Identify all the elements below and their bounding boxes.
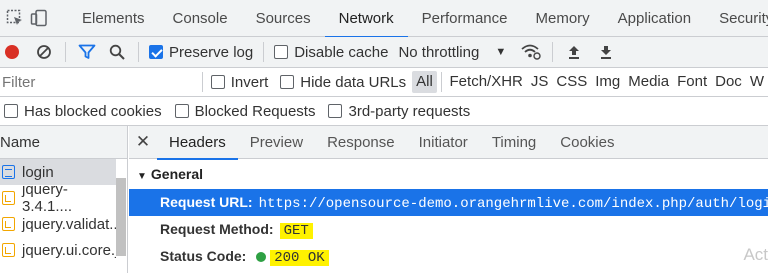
disable-cache-checkbox[interactable]: Disable cache [274,44,388,61]
tab-timing[interactable]: Timing [480,126,548,159]
divider [138,42,139,62]
checkbox-unchecked[interactable] [274,45,289,59]
hide-data-urls-label: Hide data URLs [300,73,407,91]
watermark-text: Act [743,245,768,264]
has-blocked-cookies-label: Has blocked cookies [24,102,162,120]
dropdown-arrow-icon: ▼ [495,46,507,58]
checkbox-unchecked[interactable] [4,104,18,118]
checkbox-checked[interactable] [149,45,163,59]
upload-icon[interactable] [563,41,585,63]
list-item[interactable]: jquery-3.4.1.... [0,185,116,211]
network-conditions-icon[interactable] [520,41,542,63]
filter-type-doc[interactable]: Doc [711,71,746,93]
divider [202,72,203,92]
search-icon[interactable] [106,41,128,63]
divider [263,42,265,62]
filter-type-img[interactable]: Img [591,71,624,93]
request-name: login [22,163,54,181]
third-party-requests-label: 3rd-party requests [348,102,471,120]
tab-security[interactable]: Security [705,0,768,37]
device-toolbar-icon[interactable] [30,7,48,29]
tab-elements[interactable]: Elements [68,0,159,37]
checkbox-unchecked[interactable] [328,104,343,118]
filter-type-css[interactable]: CSS [552,71,591,93]
tab-application[interactable]: Application [604,0,705,37]
detail-tab-bar: ✕ Headers Preview Response Initiator Tim… [129,126,768,160]
tab-preview[interactable]: Preview [238,126,315,159]
throttling-value: No throttling [398,43,480,61]
preserve-log-label: Preserve log [169,43,254,61]
blocked-requests-label: Blocked Requests [194,102,316,120]
network-toolbar: Preserve log Disable cache No throttling… [0,37,768,68]
header-key: Request URL: [160,194,253,210]
request-list: Name login jquery-3.4.1.... jquery.valid… [0,126,128,273]
preserve-log-checkbox[interactable]: Preserve log [149,44,253,61]
inspect-element-icon[interactable] [6,7,24,29]
request-url-row: Request URL: https://opensource-demo.oran… [129,189,768,216]
filter-type-ws[interactable]: W [746,71,768,93]
tab-cookies[interactable]: Cookies [548,126,626,159]
close-icon[interactable]: ✕ [129,132,157,152]
filter-type-font[interactable]: Font [673,71,711,93]
tab-memory[interactable]: Memory [522,0,604,37]
hide-data-urls-checkbox[interactable]: Hide data URLs [280,74,406,91]
header-key: Status Code: [160,248,247,264]
general-section-title: General [150,166,204,182]
status-code-row: Status Code: 200 OK [129,243,768,270]
checkbox-unchecked[interactable] [174,104,189,118]
divider [552,42,554,62]
tab-sources[interactable]: Sources [242,0,325,37]
general-section-header[interactable]: ▼ General [129,159,768,189]
blocked-requests-checkbox[interactable]: Blocked Requests [174,102,316,120]
script-icon [2,217,15,231]
script-icon [2,243,15,257]
tab-initiator[interactable]: Initiator [407,126,480,159]
divider [65,42,66,62]
request-detail-pane: ✕ Headers Preview Response Initiator Tim… [129,126,768,273]
filter-input[interactable] [2,70,198,94]
request-name: jquery.ui.core.j [22,241,116,259]
record-icon[interactable] [5,45,19,59]
throttling-select[interactable]: No throttling ▼ [398,44,506,61]
script-icon [2,191,15,205]
has-blocked-cookies-checkbox[interactable]: Has blocked cookies [4,103,162,120]
download-icon[interactable] [595,41,617,63]
name-column-header[interactable]: Name [0,126,127,159]
third-party-requests-checkbox[interactable]: 3rd-party requests [328,103,470,120]
request-name: jquery-3.4.1.... [22,185,73,211]
filter-type-media[interactable]: Media [624,71,673,93]
tab-headers[interactable]: Headers [157,126,238,160]
disable-cache-label: Disable cache [294,43,389,61]
list-item[interactable]: jquery.ui.core.j [0,237,116,263]
request-name: jquery.validat... [22,215,116,233]
tab-response[interactable]: Response [315,126,407,159]
list-item[interactable]: jquery.validat... [0,211,116,237]
document-icon [2,165,15,179]
checkbox-unchecked[interactable] [210,75,225,89]
filter-type-js[interactable]: JS [527,71,553,93]
filter-icon[interactable] [76,41,98,63]
blocked-filter-bar: Has blocked cookies Blocked Requests 3rd… [0,97,768,126]
header-value: GET [279,223,313,239]
status-dot-icon [256,252,267,262]
tab-performance[interactable]: Performance [408,0,522,37]
checkbox-unchecked[interactable] [280,75,295,89]
tab-console[interactable]: Console [159,0,242,37]
divider [440,72,442,92]
invert-label: Invert [230,73,269,91]
invert-checkbox[interactable]: Invert [210,73,269,91]
request-list-scrollbar[interactable] [116,178,126,256]
expand-triangle-icon: ▼ [137,171,147,182]
filter-bar: Invert Hide data URLs All Fetch/XHR JS C… [0,68,768,97]
list-item[interactable]: login [0,159,116,185]
header-value: https://opensource-demo.orangehrmlive.co… [258,196,768,212]
header-key: Request Method: [160,221,274,237]
filter-type-fetch-xhr[interactable]: Fetch/XHR [446,71,527,93]
request-method-row: Request Method: GET [129,216,768,243]
clear-icon[interactable] [33,41,55,63]
header-value: 200 OK [270,250,329,266]
tab-network[interactable]: Network [324,0,408,38]
devtools-tab-bar: Elements Console Sources Network Perform… [0,0,768,38]
filter-type-all[interactable]: All [412,71,437,93]
